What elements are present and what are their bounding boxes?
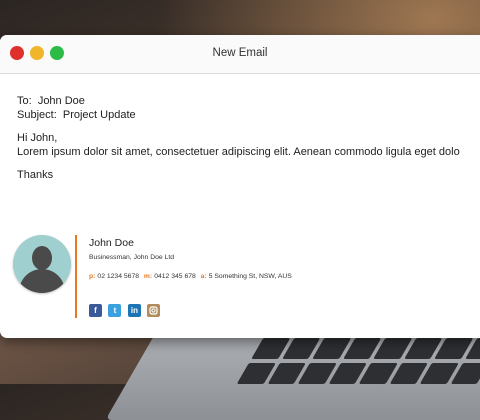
linkedin-icon[interactable]: in bbox=[127, 304, 141, 317]
subject-value[interactable]: Project Update bbox=[63, 109, 136, 121]
phone-number[interactable]: 02 1234 5678 bbox=[97, 273, 139, 280]
mobile-number[interactable]: 0412 345 678 bbox=[154, 273, 196, 280]
instagram-icon[interactable] bbox=[147, 304, 161, 317]
greeting-text[interactable]: Hi John, bbox=[17, 131, 480, 145]
address: 5 Something St, NSW, AUS bbox=[208, 273, 292, 280]
to-value[interactable]: John Doe bbox=[38, 95, 85, 107]
background-keyboard bbox=[236, 338, 480, 384]
title-bar: New Email bbox=[0, 35, 480, 74]
to-line[interactable]: To: John Doe bbox=[17, 94, 480, 108]
email-signature: John Doe Businessman, John Doe Ltd p: 02 … bbox=[13, 235, 473, 325]
email-body[interactable]: To: John Doe Subject: Project Update Hi … bbox=[17, 94, 480, 182]
subject-line[interactable]: Subject: Project Update bbox=[17, 108, 480, 122]
window-title: New Email bbox=[212, 47, 268, 59]
address-key: a: bbox=[200, 273, 207, 280]
closing-text[interactable]: Thanks bbox=[17, 168, 480, 182]
phone-key: p: bbox=[89, 273, 96, 280]
avatar bbox=[13, 235, 71, 293]
facebook-icon[interactable]: f bbox=[89, 304, 102, 317]
email-window: New Email To: John Doe Subject: Project … bbox=[0, 35, 480, 338]
social-links: f t in bbox=[89, 304, 162, 322]
mobile-key: m: bbox=[143, 273, 153, 280]
to-label: To: bbox=[17, 95, 32, 107]
signature-divider bbox=[75, 235, 77, 318]
subject-label: Subject: bbox=[17, 109, 57, 121]
signature-contact: p: 02 1234 5678 m: 0412 345 678 a: 5 Someth… bbox=[89, 273, 292, 280]
signature-role: Businessman, John Doe Ltd bbox=[89, 254, 175, 261]
signature-name: John Doe bbox=[89, 237, 134, 249]
message-text[interactable]: Lorem ipsum dolor sit amet, consectetuer… bbox=[17, 145, 480, 159]
twitter-icon[interactable]: t bbox=[108, 304, 122, 317]
